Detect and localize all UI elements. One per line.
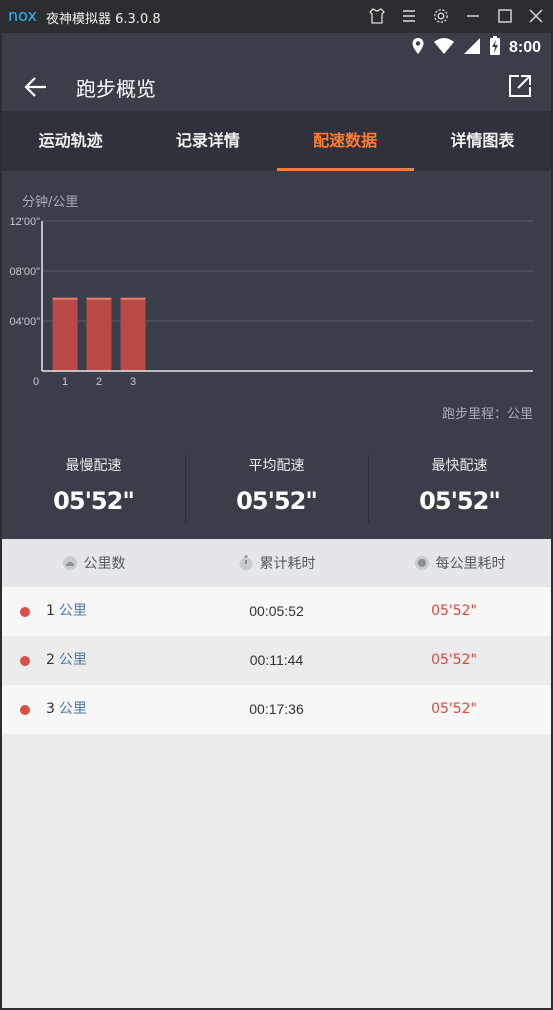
wifi-icon	[433, 37, 455, 59]
stat-fastest-value: 05'52"	[419, 487, 501, 515]
row-km-unit: 公里	[58, 603, 87, 619]
row-pace: 05'52"	[431, 701, 477, 717]
stat-fastest-label: 最快配速	[431, 458, 488, 474]
pace-bar-cap	[52, 297, 78, 300]
back-arrow-icon[interactable]	[22, 73, 50, 101]
row-km: 2 公里	[46, 636, 87, 685]
empty-area	[2, 734, 551, 1008]
stat-slowest-label: 最慢配速	[65, 458, 122, 474]
header-per-km-label: 每公里耗时	[435, 556, 506, 572]
chart-y-unit: 分钟/公里	[22, 195, 79, 210]
tab-bar: 运动轨迹 记录详情 配速数据 详情图表	[2, 111, 551, 171]
chart-x-unit: 跑步里程：公里	[441, 407, 533, 422]
shoe-icon	[62, 555, 78, 571]
tab-track[interactable]: 运动轨迹	[2, 111, 139, 171]
stat-average-label: 平均配速	[248, 458, 305, 474]
cellular-signal-icon	[463, 37, 481, 59]
row-pace: 05'52"	[431, 652, 477, 668]
row-marker-dot	[20, 705, 30, 715]
y-tick-label: 08'00"	[10, 266, 41, 278]
pace-bar	[86, 297, 112, 371]
table-row: 2 公里 00:11:44 05'52"	[2, 636, 551, 685]
menu-icon[interactable]	[399, 6, 419, 26]
share-icon[interactable]	[507, 73, 533, 99]
y-tick-label: 12'00"	[10, 216, 41, 228]
header-cumulative: 累计耗时	[185, 539, 368, 587]
row-km: 1 公里	[46, 587, 87, 636]
pace-stats: 最慢配速 05'52" 平均配速 05'52" 最快配速 05'52"	[2, 431, 551, 539]
row-km-unit: 公里	[58, 652, 87, 668]
x-tick-label: 1	[62, 376, 68, 388]
stat-average-value: 05'52"	[236, 487, 318, 515]
row-km-number: 3	[46, 701, 55, 717]
emulator-title-bar: nox 夜神模拟器 6.3.0.8	[0, 0, 553, 33]
header-km: 公里数	[2, 539, 185, 587]
emulator-title: 夜神模拟器 6.3.0.8	[46, 12, 161, 27]
skin-icon[interactable]	[367, 6, 387, 26]
x-tick-label: 3	[130, 376, 136, 388]
y-tick-label: 04'00"	[10, 316, 41, 328]
battery-charging-icon	[489, 36, 501, 60]
header-cumulative-label: 累计耗时	[259, 556, 316, 572]
header-per-km: 每公里耗时	[368, 539, 551, 587]
table-row: 1 公里 00:05:52 05'52"	[2, 587, 551, 636]
tab-pace-data[interactable]: 配速数据	[276, 111, 415, 171]
row-km: 3 公里	[46, 685, 87, 734]
table-row: 3 公里 00:17:36 05'52"	[2, 685, 551, 734]
clock-icon	[414, 555, 430, 571]
x-tick-label: 2	[96, 376, 102, 388]
minimize-icon[interactable]	[463, 6, 483, 26]
stat-average: 平均配速 05'52"	[185, 431, 368, 539]
emulator-logo: nox	[8, 6, 37, 25]
stat-slowest-value: 05'52"	[53, 487, 135, 515]
pace-bar-cap	[86, 297, 112, 300]
row-km-number: 2	[46, 652, 55, 668]
split-table-header: 公里数 累计耗时 每公里耗时	[2, 539, 551, 587]
x-origin-label: 0	[33, 376, 39, 388]
pace-bar-chart: 04'00" 08'00" 12'00" 1 2 3 0	[10, 216, 533, 388]
settings-gear-icon[interactable]	[431, 6, 451, 26]
row-marker-dot	[20, 656, 30, 666]
location-icon	[411, 37, 425, 59]
maximize-icon[interactable]	[495, 6, 515, 26]
stopwatch-icon	[238, 555, 254, 571]
stat-fastest: 最快配速 05'52"	[368, 431, 551, 539]
pace-bar	[120, 297, 146, 371]
pace-chart-panel: 分钟/公里 04'00" 08'00" 12'00" 1 2 3 0 跑步里程：公里	[2, 171, 551, 431]
status-bar: 8:00	[2, 33, 551, 63]
row-marker-dot	[20, 607, 30, 617]
status-time: 8:00	[508, 39, 541, 56]
android-device-screen: 8:00 跑步概览 运动轨迹 记录详情 配速数据 详情图表 分钟/公里 04'0…	[2, 33, 551, 1008]
split-table-rows: 1 公里 00:05:52 05'52" 2 公里 00:11:44 05'52" …	[2, 587, 551, 734]
tab-record-details[interactable]: 记录详情	[139, 111, 276, 171]
stat-slowest: 最慢配速 05'52"	[2, 431, 185, 539]
tab-detail-charts[interactable]: 详情图表	[414, 111, 551, 171]
page-title: 跑步概览	[76, 77, 156, 101]
row-km-number: 1	[46, 603, 55, 619]
pace-bar-cap	[120, 297, 146, 300]
header-km-label: 公里数	[83, 556, 126, 572]
close-icon[interactable]	[526, 6, 546, 26]
pace-bar	[52, 297, 78, 371]
row-km-unit: 公里	[58, 701, 87, 717]
app-header: 跑步概览	[2, 63, 551, 111]
row-pace: 05'52"	[431, 603, 477, 619]
